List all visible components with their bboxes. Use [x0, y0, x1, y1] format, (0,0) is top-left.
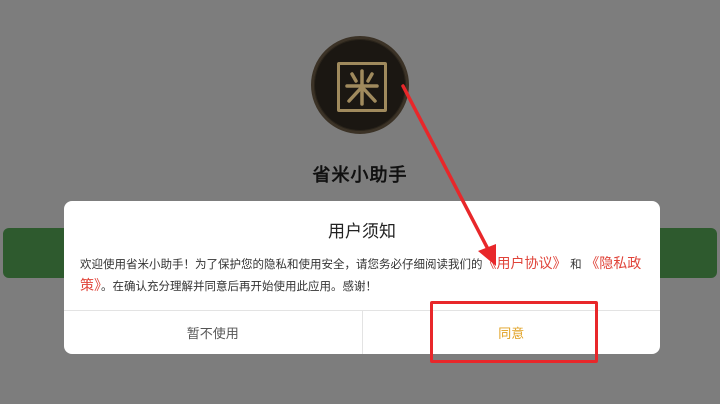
rice-logo-icon	[345, 69, 379, 106]
body-text-before: 欢迎使用省米小助手！为了保护您的隐私和使用安全，请您务必仔细阅读我们的	[80, 257, 483, 271]
dialog-title: 用户须知	[328, 222, 396, 242]
app-logo	[311, 36, 409, 134]
user-agreement-link[interactable]: 《用户协议》	[483, 256, 567, 272]
body-text-after: 。在确认充分理解并同意后再开始使用此应用。感谢！	[101, 279, 377, 293]
app-name: 省米小助手	[312, 165, 408, 186]
decline-button[interactable]: 暂不使用	[64, 311, 363, 354]
dialog-body: 欢迎使用省米小助手！为了保护您的隐私和使用安全，请您务必仔细阅读我们的《用户协议…	[80, 253, 646, 297]
logo-frame	[337, 62, 387, 112]
annotation-highlight-box	[430, 301, 598, 363]
body-text-and: 和	[570, 257, 582, 271]
